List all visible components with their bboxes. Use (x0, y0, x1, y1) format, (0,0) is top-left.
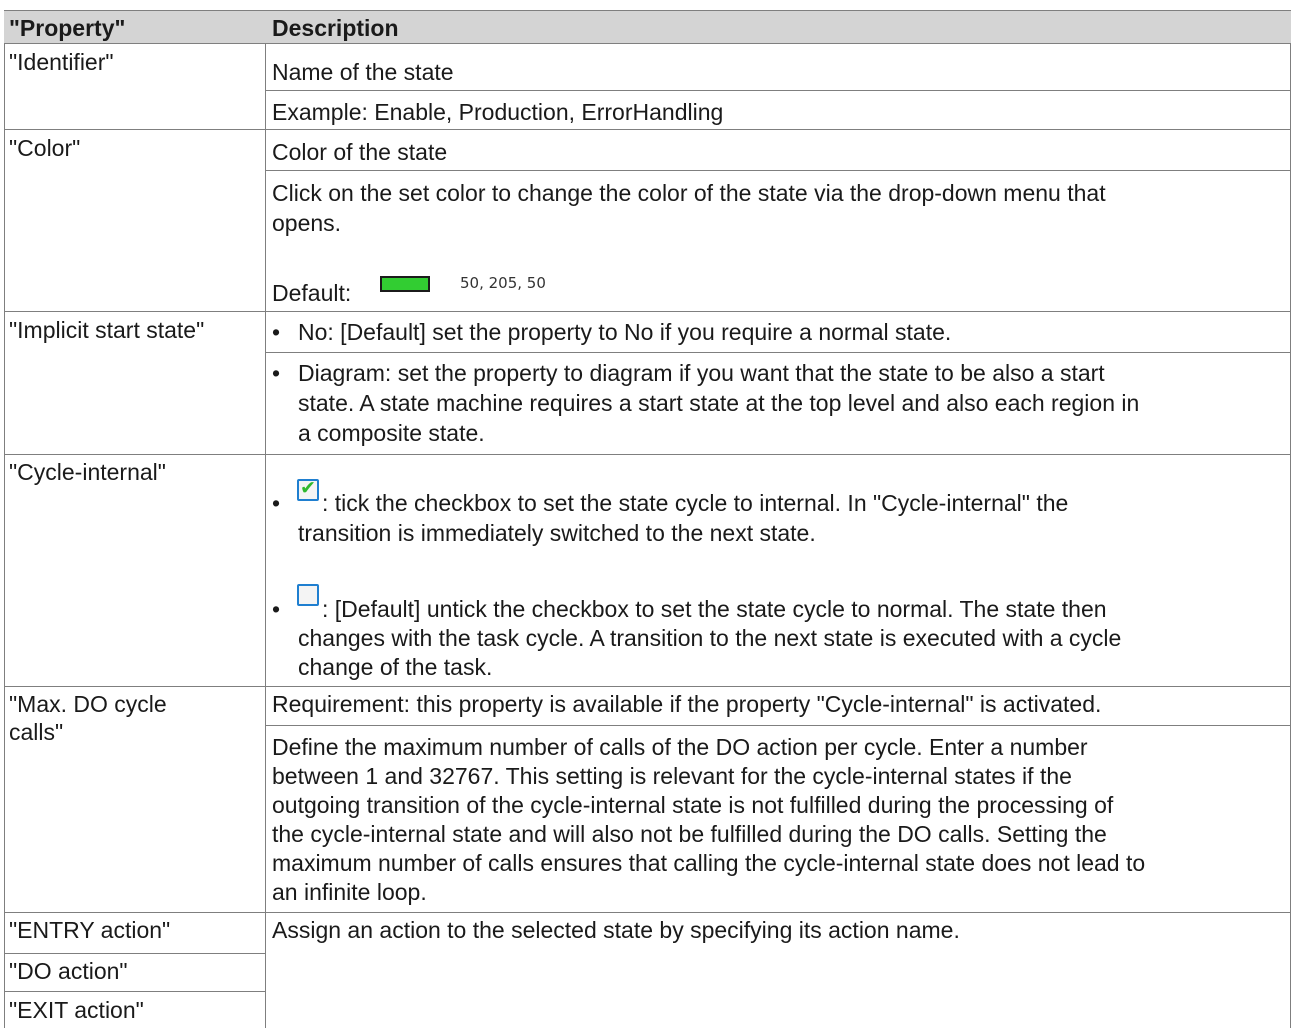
property-implicit-start-state: "Implicit start state" (9, 317, 205, 343)
row-divider (4, 991, 265, 992)
property-identifier: "Identifier" (9, 49, 114, 75)
cycle-checked-line2: transition is immediately switched to th… (298, 520, 816, 546)
checkbox-checked-icon: ✔ (297, 477, 319, 501)
max-do-definition-line1: Define the maximum number of calls of th… (272, 734, 1088, 760)
max-do-definition-line3: outgoing transition of the cycle-interna… (272, 792, 1114, 818)
bullet-icon: • (272, 360, 281, 386)
max-do-definition-line2: between 1 and 32767. This setting is rel… (272, 763, 1072, 789)
property-max-do-cycle-calls-line2: calls" (9, 719, 64, 745)
row-divider (4, 912, 1291, 913)
max-do-requirement: Requirement: this property is available … (272, 691, 1102, 717)
cycle-checked-line1: : tick the checkbox to set the state cyc… (322, 490, 1069, 516)
table-column-divider (265, 10, 266, 1028)
row-divider (4, 686, 1291, 687)
property-entry-action: "ENTRY action" (9, 917, 171, 943)
bullet-icon: • (272, 319, 281, 345)
color-default-label: Default: (272, 280, 352, 306)
implicit-option-diagram-line3: a composite state. (298, 420, 485, 446)
identifier-inner-divider (265, 90, 1291, 91)
row-divider (4, 953, 265, 954)
implicit-inner-divider (265, 352, 1291, 353)
cycle-unchecked-line2: changes with the task cycle. A transitio… (298, 625, 1122, 651)
implicit-option-diagram-line1: Diagram: set the property to diagram if … (298, 360, 1105, 386)
max-do-definition-line4: the cycle-internal state and will also n… (272, 821, 1107, 847)
table-border-left (4, 10, 5, 1028)
actions-description: Assign an action to the selected state b… (272, 917, 960, 943)
color-instructions-line2: opens. (272, 210, 342, 236)
property-cycle-internal: "Cycle-internal" (9, 459, 166, 485)
header-description: Description (272, 15, 399, 41)
color-swatch (380, 276, 430, 292)
property-max-do-cycle-calls-line1: "Max. DO cycle (9, 691, 167, 717)
implicit-option-no: No: [Default] set the property to No if … (298, 319, 952, 345)
table-header-row (4, 10, 1291, 44)
bullet-icon: • (272, 596, 281, 622)
row-divider (4, 311, 1291, 312)
color-inner-divider (265, 170, 1291, 171)
max-do-definition-line5: maximum number of calls ensures that cal… (272, 850, 1146, 876)
identifier-example: Example: Enable, Production, ErrorHandli… (272, 99, 724, 125)
cycle-unchecked-line3: change of the task. (298, 654, 493, 680)
color-description: Color of the state (272, 139, 448, 165)
cycle-unchecked-line1: : [Default] untick the checkbox to set t… (322, 596, 1107, 622)
max-do-inner-divider (265, 725, 1291, 726)
row-divider (4, 129, 1291, 130)
color-rgb-value: 50, 205, 50 (460, 274, 546, 292)
implicit-option-diagram-line2: state. A state machine requires a start … (298, 390, 1140, 416)
bullet-icon: • (272, 490, 281, 516)
property-exit-action: "EXIT action" (9, 997, 144, 1023)
property-color: "Color" (9, 135, 81, 161)
checkbox-unchecked-icon (297, 584, 319, 606)
identifier-description: Name of the state (272, 59, 454, 85)
color-instructions-line1: Click on the set color to change the col… (272, 180, 1106, 206)
row-divider (4, 454, 1291, 455)
max-do-definition-line6: an infinite loop. (272, 879, 427, 905)
property-do-action: "DO action" (9, 958, 128, 984)
header-property: "Property" (9, 15, 126, 41)
